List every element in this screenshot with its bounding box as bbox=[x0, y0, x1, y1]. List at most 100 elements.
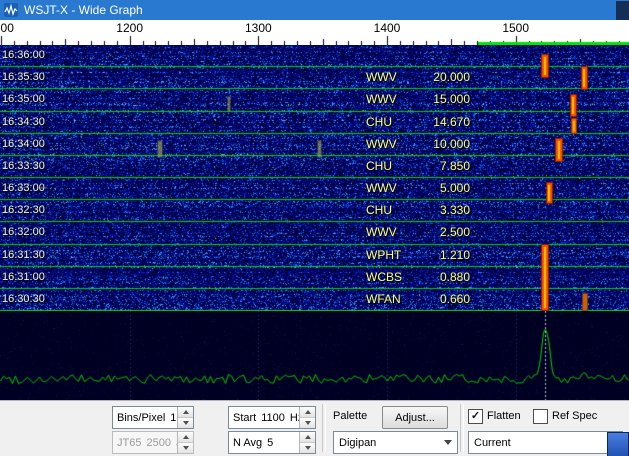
ref-spec-checkbox[interactable]: ✓ Ref Spec bbox=[533, 409, 597, 423]
waterfall-time-label: 16:30:30 bbox=[2, 293, 45, 305]
station-annotation: WWV 20.000 bbox=[366, 70, 470, 84]
waterfall-time-label: 16:36:00 bbox=[2, 49, 45, 61]
chevron-down-icon bbox=[183, 421, 189, 425]
spin-down-button[interactable] bbox=[300, 442, 315, 453]
station-frequency: 3.330 bbox=[440, 203, 470, 217]
waterfall-time-label: 16:32:30 bbox=[2, 204, 45, 216]
n-avg-value: 5 bbox=[267, 437, 273, 449]
spin-down-button[interactable] bbox=[178, 417, 193, 428]
station-annotation: CHU7.850 bbox=[366, 159, 470, 173]
spectrum-type-combobox[interactable]: Current bbox=[468, 431, 623, 454]
panel-separator bbox=[460, 404, 464, 452]
chevron-down-icon bbox=[183, 446, 189, 450]
station-frequency: 15.000 bbox=[433, 92, 470, 106]
station-name: WWV bbox=[366, 92, 397, 106]
chevron-up-icon bbox=[305, 410, 311, 414]
freq-tick-label: 1400 bbox=[374, 21, 401, 35]
spinner-buttons[interactable] bbox=[177, 407, 193, 428]
background-window-fragment-top bbox=[616, 1, 629, 20]
station-annotation: WWV 2.500 bbox=[366, 225, 470, 239]
station-frequency: 5.000 bbox=[440, 181, 470, 195]
start-label: Start bbox=[233, 412, 256, 424]
split-prefix: JT65 bbox=[117, 437, 141, 449]
freq-tick-label: 1200 bbox=[116, 21, 143, 35]
n-avg-spinner[interactable]: N Avg 5 bbox=[228, 431, 316, 454]
station-frequency: 0.880 bbox=[440, 270, 470, 284]
waterfall-time-label: 16:31:00 bbox=[2, 271, 45, 283]
spectrum-canvas[interactable] bbox=[0, 311, 629, 400]
station-annotation: WWV 15.000 bbox=[366, 92, 470, 106]
station-name: WCBS bbox=[366, 270, 402, 284]
station-name: WWV bbox=[366, 70, 397, 84]
spectrum-plot[interactable] bbox=[0, 311, 629, 400]
spinner-buttons[interactable] bbox=[299, 432, 315, 453]
station-annotation: WCBS 0.880 bbox=[366, 270, 470, 284]
ruler-ticks-canvas bbox=[0, 20, 629, 45]
spinner-buttons bbox=[177, 432, 193, 453]
bins-per-pixel-spinner[interactable]: Bins/Pixel 1 bbox=[112, 406, 194, 429]
spin-down-button[interactable] bbox=[300, 417, 315, 428]
control-panel: Bins/Pixel 1 Start 1100 Hz Palette Adjus… bbox=[0, 400, 629, 456]
split-value: 2500 bbox=[146, 437, 170, 449]
n-avg-label: N Avg bbox=[233, 437, 262, 449]
checkbox-box[interactable]: ✓ bbox=[533, 409, 548, 424]
spin-down-button bbox=[178, 442, 193, 453]
chevron-up-icon bbox=[183, 435, 189, 439]
spinner-buttons[interactable] bbox=[299, 407, 315, 428]
station-frequency: 10.000 bbox=[433, 137, 470, 151]
station-name: WWV bbox=[366, 181, 397, 195]
station-annotation: CHU 3.330 bbox=[366, 203, 470, 217]
bins-per-pixel-value: 1 bbox=[170, 412, 176, 424]
station-annotation: WPHT 1.210 bbox=[366, 248, 470, 262]
titlebar[interactable]: WSJT-X - Wide Graph bbox=[0, 0, 629, 20]
spectrum-type-value: Current bbox=[474, 437, 511, 449]
spin-up-button[interactable] bbox=[178, 407, 193, 417]
waterfall-time-label: 16:32:00 bbox=[2, 226, 45, 238]
panel-separator bbox=[322, 404, 326, 452]
waterfall-time-label: 16:31:30 bbox=[2, 249, 45, 261]
chevron-down-icon bbox=[305, 421, 311, 425]
spin-up-button[interactable] bbox=[300, 432, 315, 442]
spin-up-button[interactable] bbox=[300, 407, 315, 417]
freq-tick-label: 1100 bbox=[0, 21, 14, 35]
station-annotation: WWV10.000 bbox=[366, 137, 470, 151]
station-frequency: 0.660 bbox=[440, 292, 470, 306]
station-annotation: WFAN0.660 bbox=[366, 292, 470, 306]
waterfall-time-label: 16:34:00 bbox=[2, 138, 45, 150]
checkbox-box[interactable]: ✓ bbox=[468, 409, 483, 424]
station-frequency: 2.500 bbox=[440, 225, 470, 239]
waterfall-time-label: 16:34:30 bbox=[2, 116, 45, 128]
palette-combobox[interactable]: Digipan bbox=[333, 431, 458, 454]
station-annotation: WWV 5.000 bbox=[366, 181, 470, 195]
flatten-label: Flatten bbox=[487, 410, 521, 422]
start-suffix: Hz bbox=[290, 412, 299, 424]
station-frequency: 20.000 bbox=[433, 70, 470, 84]
station-name: WWV bbox=[366, 225, 397, 239]
station-name: WPHT bbox=[366, 248, 401, 262]
waterfall-canvas[interactable] bbox=[0, 45, 629, 311]
freq-tick-label: 1500 bbox=[502, 21, 529, 35]
station-frequency: 7.850 bbox=[440, 159, 470, 173]
chevron-up-icon bbox=[305, 435, 311, 439]
freq-tick-label: 1300 bbox=[245, 21, 272, 35]
chevron-up-icon bbox=[183, 410, 189, 414]
frequency-ruler[interactable]: 1100 1200 1300 1400 1500 bbox=[0, 20, 629, 45]
waterfall-time-label: 16:35:00 bbox=[2, 93, 45, 105]
flatten-checkbox[interactable]: ✓ Flatten bbox=[468, 409, 521, 423]
bins-per-pixel-label: Bins/Pixel bbox=[117, 412, 165, 424]
station-annotation: CHU 14.670 bbox=[366, 115, 470, 129]
station-name: CHU bbox=[366, 115, 392, 129]
background-window-fragment-bottom bbox=[607, 432, 629, 456]
station-frequency: 1.210 bbox=[440, 248, 470, 262]
station-frequency: 14.670 bbox=[433, 115, 470, 129]
waterfall-display[interactable]: 16:36:00 16:35:30 WWV 20.000 16:35:00 WWV 15.0… bbox=[0, 45, 629, 311]
start-freq-spinner[interactable]: Start 1100 Hz bbox=[228, 406, 316, 429]
waterfall-time-label: 16:35:30 bbox=[2, 71, 45, 83]
spin-up-button bbox=[178, 432, 193, 442]
chevron-down-icon bbox=[444, 440, 452, 445]
adjust-button[interactable]: Adjust... bbox=[382, 406, 448, 429]
waterfall-time-label: 16:33:00 bbox=[2, 182, 45, 194]
ref-spec-label: Ref Spec bbox=[552, 410, 597, 422]
palette-combobox-value: Digipan bbox=[339, 437, 376, 449]
station-name: CHU bbox=[366, 203, 392, 217]
